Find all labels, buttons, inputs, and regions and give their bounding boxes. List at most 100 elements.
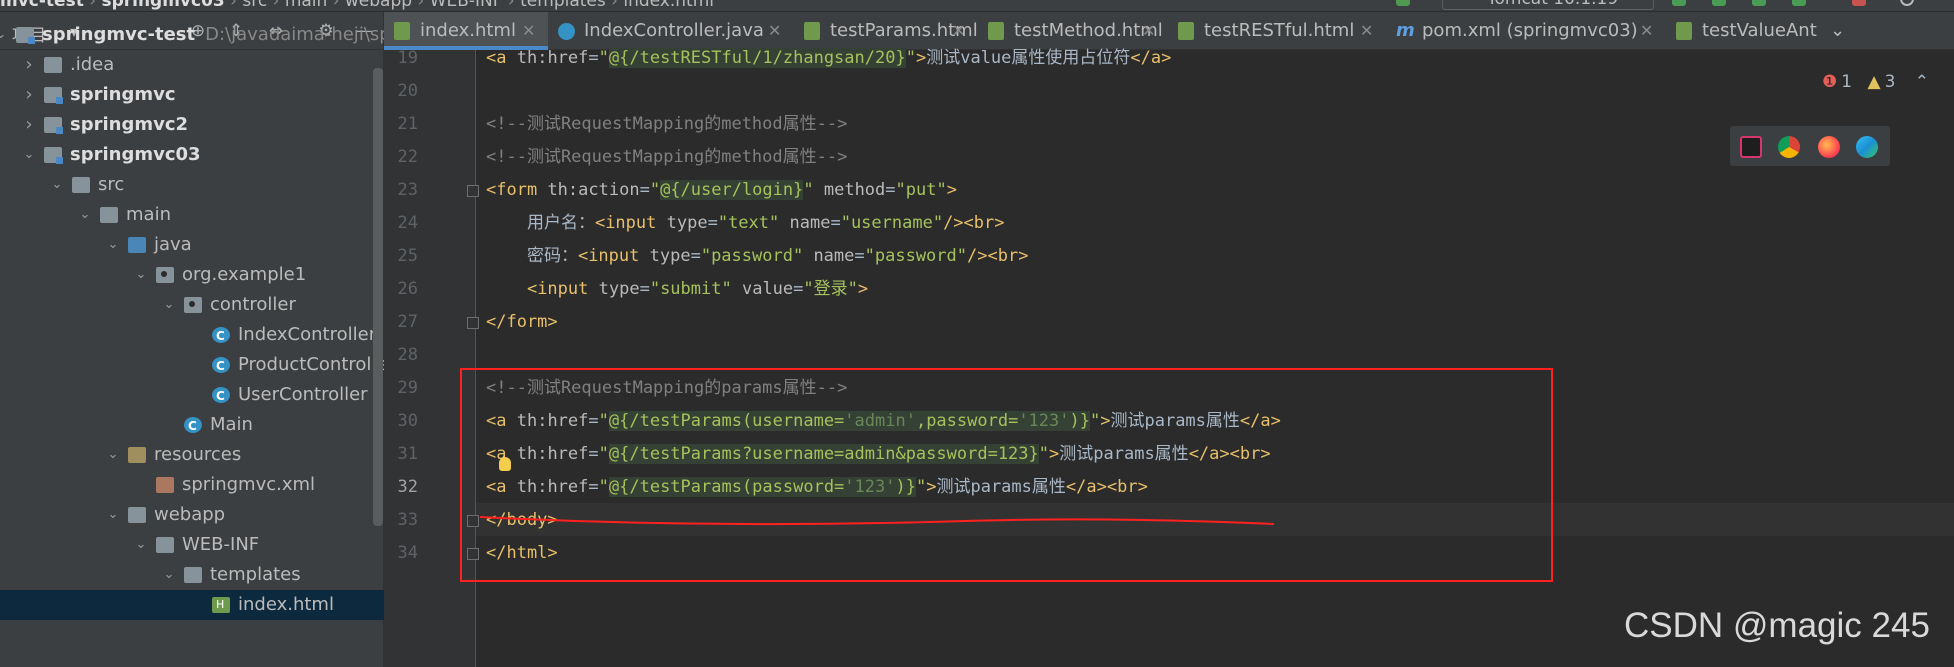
breadcrumb-item[interactable]: main (285, 0, 327, 11)
tree-item-label: springmvc03 (70, 144, 201, 165)
code-line[interactable]: 密码：<input type="password" name="password… (486, 240, 1029, 273)
tab-testvalueant[interactable]: testValueAnt (1666, 12, 1817, 50)
lightbulb-icon[interactable] (499, 457, 511, 471)
chevron-down-icon[interactable]: ⌄ (78, 200, 92, 230)
code-line[interactable]: 用户名：<input type="text" name="username"/>… (486, 207, 1005, 240)
warning-icon: ▲ (1867, 72, 1881, 92)
breadcrumb-item[interactable]: springmvc03 (101, 0, 224, 11)
chevron-down-icon[interactable]: ⌄ (1830, 12, 1845, 50)
chevron-down-icon[interactable]: ⌄ (106, 230, 120, 260)
tree-item[interactable]: ⌄ main (0, 200, 384, 230)
tree-item[interactable]: ⌄ springmvc03 (0, 140, 384, 170)
code-line[interactable]: <form th:action="@{/user/login}" method=… (486, 174, 957, 207)
project-tool-window: 项目 ⊕ ⇕ ⇔ ⚙ — ⌄springmvc-testD:\javadaima… (0, 12, 426, 667)
chevron-down-icon[interactable]: ⌄ (162, 560, 176, 590)
chevron-down-icon[interactable]: ⌄ (162, 290, 176, 320)
chevron-down-icon[interactable]: ⌄ (106, 500, 120, 530)
line-number: 22 (397, 147, 418, 167)
profile-icon[interactable] (1792, 0, 1806, 6)
run-icon[interactable] (1672, 0, 1686, 6)
tree-item[interactable]: › springmvc2 (0, 110, 384, 140)
tree-item[interactable]: IndexController (0, 320, 384, 351)
build-icon[interactable] (1396, 0, 1410, 6)
tree-item[interactable]: ⌄ springmvc-test D:\javadaima-heji\spring (0, 20, 426, 50)
intellij-icon[interactable] (1740, 136, 1762, 158)
tree-item[interactable]: springmvc.xml (0, 470, 384, 500)
chevron-down-icon[interactable]: ⌄ (106, 440, 120, 470)
chevron-down-icon[interactable]: ⌄ (50, 170, 64, 200)
tree-item-label: .idea (70, 54, 115, 75)
run-configuration-select[interactable]: Tomcat 10.1.19 (1442, 0, 1654, 10)
line-number: 25 (397, 246, 418, 266)
chevron-down-icon[interactable]: ⌄ (22, 140, 36, 170)
tree-item[interactable]: UserController (0, 380, 384, 411)
close-icon[interactable]: ✕ (1640, 12, 1653, 50)
line-number: 28 (397, 345, 418, 365)
stop-icon[interactable] (1852, 0, 1866, 6)
tree-item[interactable]: › .idea (0, 50, 384, 80)
breadcrumb-item[interactable]: templates (520, 0, 606, 11)
chevron-up-icon[interactable]: ⌃ (1915, 72, 1929, 92)
tree-item[interactable]: index.html (0, 590, 384, 620)
tree-item[interactable]: Main (0, 410, 384, 441)
html-file-icon (394, 22, 410, 40)
breadcrumb-item[interactable]: mvc-test (0, 0, 84, 11)
firefox-icon[interactable] (1818, 136, 1840, 158)
code-line[interactable]: <!--测试RequestMapping的method属性--> (486, 108, 847, 141)
run-configuration-label: Tomcat 10.1.19 (1487, 0, 1618, 9)
chevron-down-icon[interactable]: ⌄ (0, 20, 8, 50)
breadcrumb-item[interactable]: WEB-INF (430, 0, 503, 11)
breadcrumb-item[interactable]: src (242, 0, 267, 11)
breadcrumb-item[interactable]: index.html (623, 0, 714, 11)
code-line[interactable]: <a th:href="@{/testRESTful/1/zhangsan/20… (486, 42, 1171, 75)
tree-item-label: resources (154, 444, 242, 465)
tab-pom-xml-springmvc03-[interactable]: m pom.xml (springmvc03) ✕ (1386, 12, 1666, 50)
breadcrumb-item[interactable]: webapp (345, 0, 412, 11)
tree-item[interactable]: ⌄ webapp (0, 500, 384, 530)
coverage-icon[interactable] (1752, 0, 1766, 6)
chevron-down-icon[interactable]: ⌄ (134, 260, 148, 290)
tree-item[interactable]: ⌄ java (0, 230, 384, 260)
line-number: 19 (397, 48, 418, 68)
fold-marker-icon[interactable] (467, 185, 479, 197)
fold-marker-icon[interactable] (467, 317, 479, 329)
tree-item-label: UserController (238, 384, 368, 405)
html-file-icon (804, 22, 820, 40)
line-number: 34 (397, 543, 418, 563)
code-line[interactable]: <!--测试RequestMapping的method属性--> (486, 141, 847, 174)
search-icon[interactable] (1900, 0, 1914, 6)
folder-icon (100, 207, 118, 223)
tree-item-label: Main (210, 414, 253, 435)
tab-testrestful-html[interactable]: testRESTful.html ✕ (1168, 12, 1386, 50)
chevron-right-icon[interactable]: › (22, 50, 36, 80)
tree-item[interactable]: ⌄ WEB-INF (0, 530, 384, 560)
tree-item-label: index.html (238, 594, 334, 615)
package-icon (156, 267, 174, 283)
tree-item[interactable]: ⌄ src (0, 170, 384, 200)
code-line[interactable]: </form> (486, 306, 558, 339)
close-icon[interactable]: ✕ (1360, 12, 1373, 50)
tree-item[interactable]: ⌄ templates (0, 560, 384, 590)
module-icon (44, 147, 63, 164)
tree-item-label: springmvc (70, 84, 176, 105)
source-folder-icon (128, 237, 146, 253)
chevron-right-icon[interactable]: › (22, 110, 36, 140)
tree-item[interactable]: ⌄ org.example1 (0, 260, 384, 290)
html-file-icon (212, 590, 230, 620)
tree-item[interactable]: ProductController (0, 350, 395, 381)
chevron-down-icon[interactable]: ⌄ (134, 530, 148, 560)
chrome-icon[interactable] (1778, 136, 1800, 158)
edge-icon[interactable] (1856, 136, 1878, 158)
tree-item-label: springmvc.xml (182, 474, 316, 495)
code-line[interactable]: <input type="submit" value="登录"> (486, 273, 868, 306)
tree-item[interactable]: ⌄ controller (0, 290, 384, 320)
tree-item[interactable]: ⌄ resources (0, 440, 384, 470)
chevron-right-icon[interactable]: › (22, 80, 36, 110)
breadcrumb-separator: › (327, 0, 345, 11)
inspection-widget[interactable]: ❶1 ▲ 3 ⌃ (1822, 72, 1929, 92)
tree-item[interactable]: › springmvc (0, 80, 384, 110)
project-scrollbar[interactable] (373, 68, 383, 526)
folder-icon (44, 57, 62, 73)
debug-icon[interactable] (1712, 0, 1726, 6)
tree-item-label: org.example1 (182, 264, 307, 285)
